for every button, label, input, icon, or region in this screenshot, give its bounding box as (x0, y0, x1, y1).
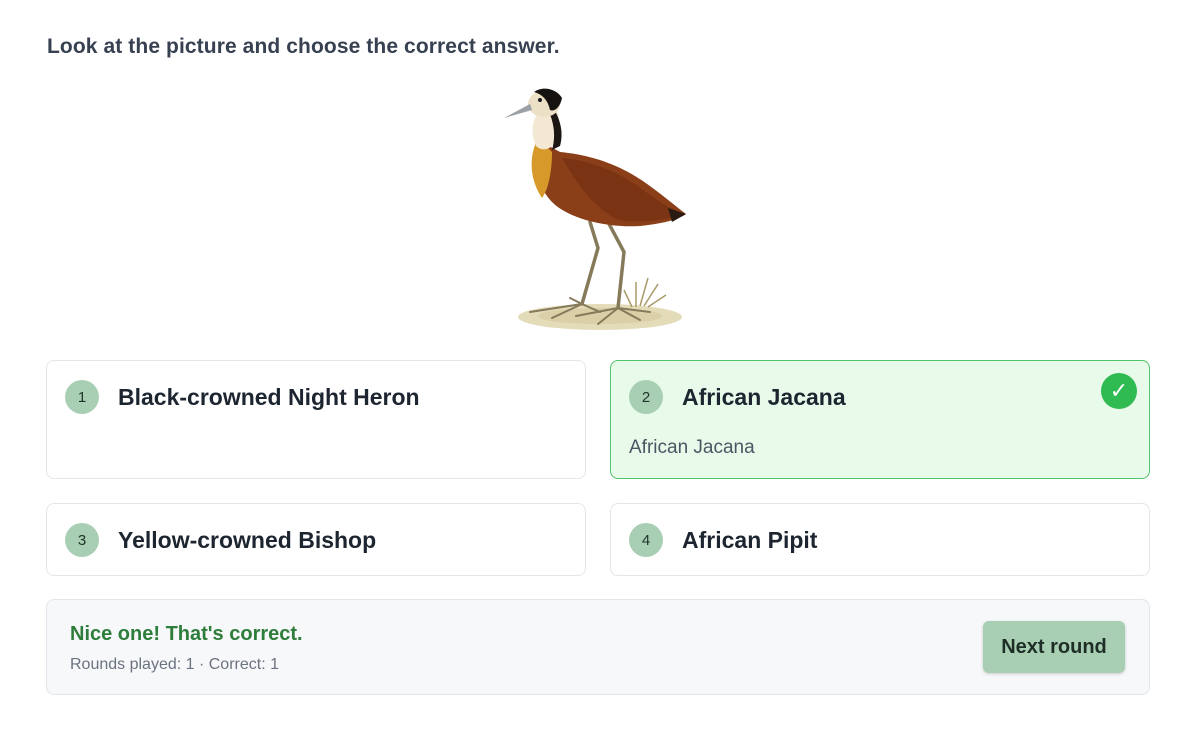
option-number-badge: 1 (65, 380, 99, 414)
feedback-panel: Nice one! That's correct. Rounds played:… (46, 599, 1150, 695)
question-prompt: Look at the picture and choose the corre… (47, 35, 560, 58)
score-stats: Rounds played: 1 · Correct: 1 (70, 656, 279, 673)
option-label: Yellow-crowned Bishop (118, 527, 377, 553)
answer-option-1[interactable]: 1 Black-crowned Night Heron (46, 360, 586, 479)
answer-option-3[interactable]: 3 Yellow-crowned Bishop (46, 503, 586, 576)
option-label: African Jacana (682, 384, 846, 410)
option-number-badge: 3 (65, 523, 99, 557)
option-label: African Pipit (682, 527, 818, 553)
option-number-badge: 2 (629, 380, 663, 414)
next-round-button[interactable]: Next round (983, 621, 1125, 673)
answer-option-2[interactable]: 2 African Jacana African Jacana ✓ (610, 360, 1150, 479)
feedback-message: Nice one! That's correct. (70, 623, 303, 645)
bird-illustration (490, 80, 710, 340)
option-number-badge: 4 (629, 523, 663, 557)
answer-option-4[interactable]: 4 African Pipit (610, 503, 1150, 576)
checkmark-icon: ✓ (1101, 373, 1137, 409)
option-sublabel: African Jacana (629, 437, 755, 458)
option-label: Black-crowned Night Heron (118, 384, 420, 410)
